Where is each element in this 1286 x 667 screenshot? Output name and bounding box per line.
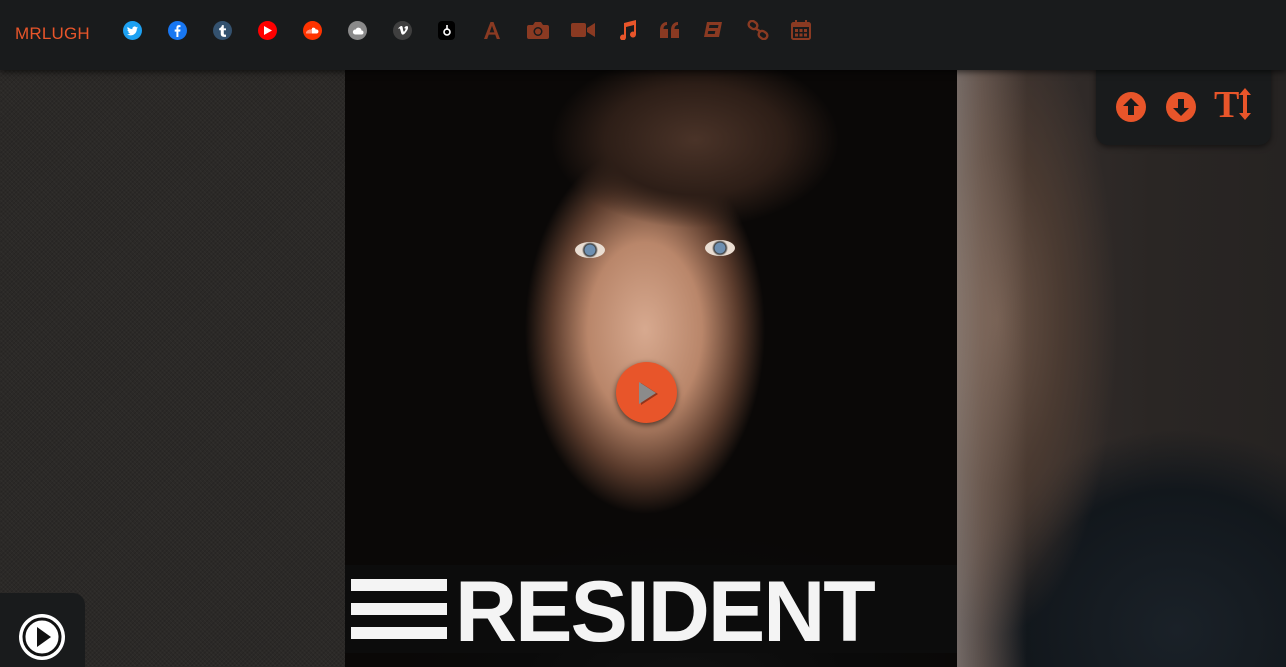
site-title[interactable]: MRLUGH [15,24,90,44]
play-track-button[interactable] [616,362,677,423]
audio-post-icon[interactable] [615,18,639,42]
archive-calendar-icon[interactable] [789,18,813,42]
text-size-toggle[interactable]: T [1214,84,1252,126]
link-post-icon[interactable] [746,18,770,42]
resident-banner: RESIDENT [345,564,957,660]
tumblr-icon[interactable] [213,21,232,40]
play-icon [638,381,658,405]
mixcloud-icon[interactable] [348,21,367,40]
arrow-up-circle-icon [1116,92,1146,122]
top-navigation-bar: MRLUGH [0,0,1286,70]
beatport-icon[interactable] [438,21,455,40]
video-post-icon[interactable] [571,18,595,42]
soundcloud-icon[interactable] [303,21,322,40]
artwork-right-eye [705,240,735,256]
facebook-icon[interactable] [168,21,187,40]
text-height-arrow-icon [1239,88,1252,120]
artwork-left-eye [575,242,605,258]
photo-post-icon[interactable] [526,18,550,42]
vimeo-icon[interactable] [393,21,412,40]
resident-logo-stripes [351,579,447,643]
chat-post-icon[interactable] [701,18,725,42]
youtube-icon[interactable] [258,21,277,40]
artwork-hair-shade [515,70,875,270]
post-navigation-controls: T [1096,66,1271,145]
previous-post-button[interactable] [1115,91,1147,123]
quote-post-icon[interactable] [658,18,682,42]
text-size-letter: T [1214,84,1240,126]
arrow-down-circle-icon [1166,92,1196,122]
twitter-icon[interactable] [123,21,142,40]
background-portrait-image [957,70,1286,667]
play-circle-icon [21,616,63,658]
audio-player-widget [0,593,85,667]
next-post-button[interactable] [1165,91,1197,123]
resident-logo-text: RESIDENT [455,564,876,660]
background-portrait-highlight [957,70,1027,667]
player-play-button[interactable] [19,614,65,660]
text-post-icon[interactable] [480,18,504,42]
